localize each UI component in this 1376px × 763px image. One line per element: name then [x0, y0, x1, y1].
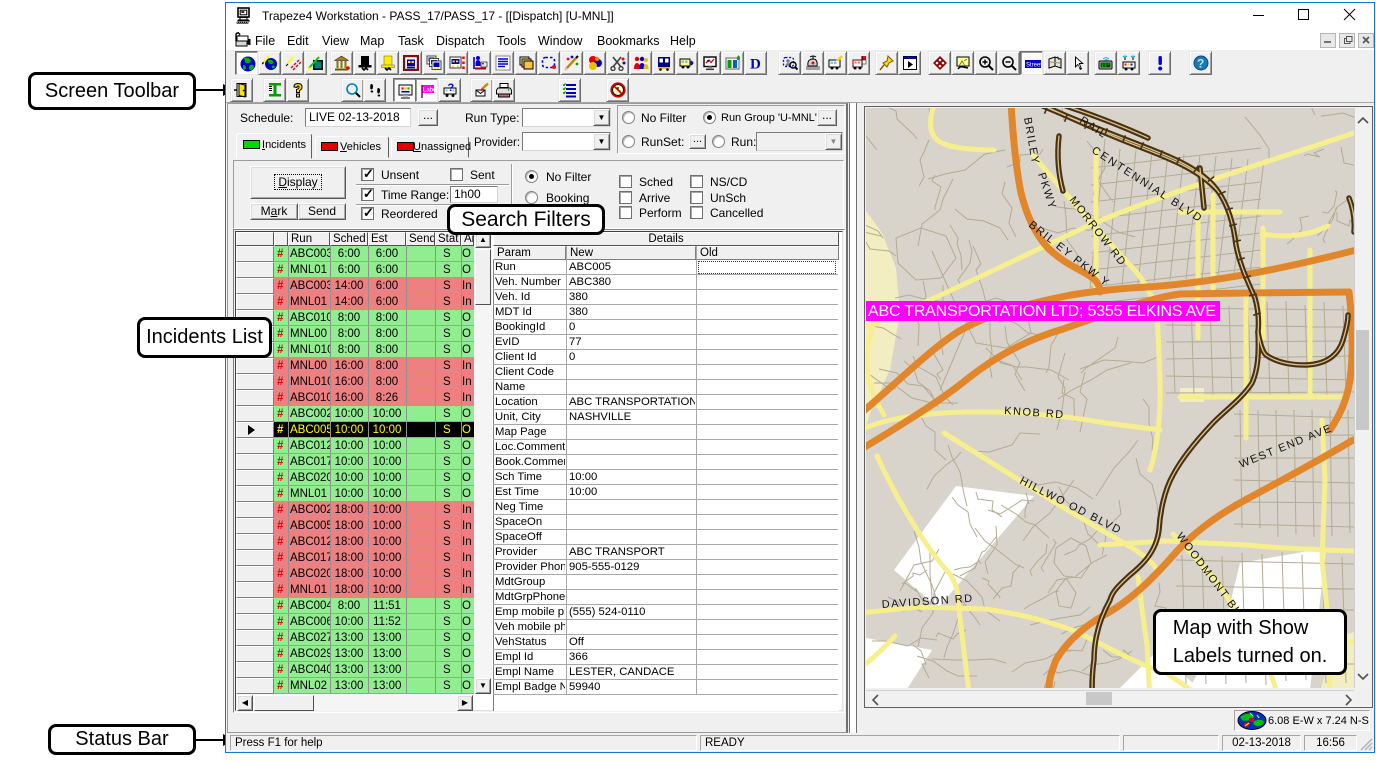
svg-text:D: D	[750, 57, 761, 72]
svg-text:?: ?	[1197, 57, 1204, 71]
svg-text:Label: Label	[423, 88, 436, 94]
svg-text:Street: Street	[1026, 63, 1041, 69]
svg-text:ABC TRANSPORTATION LTD; 5355 E: ABC TRANSPORTATION LTD; 5355 ELKINS AVE	[868, 303, 1216, 320]
svg-text:?: ?	[448, 82, 455, 94]
